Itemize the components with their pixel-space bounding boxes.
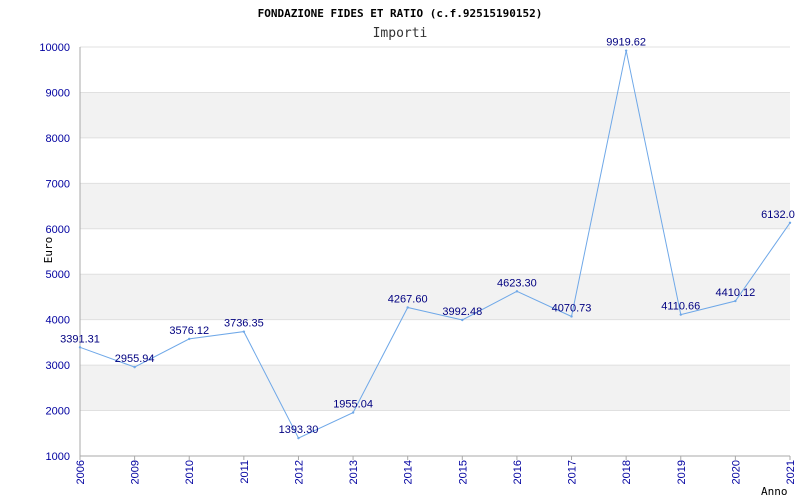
data-point-2011: [242, 330, 246, 333]
x-tick-label-2020: 2020: [730, 460, 742, 484]
data-point-2015: [461, 318, 464, 322]
chart-title: FONDAZIONE FIDES ET RATIO (c.f.925151901…: [258, 7, 543, 20]
data-label-2009: 2955.94: [115, 353, 155, 365]
data-point-2014: [406, 306, 409, 309]
data-point-2010: [188, 337, 191, 341]
data-label-2013: 1955.04: [333, 399, 373, 411]
data-label-2014: 4267.60: [388, 294, 428, 306]
band-6000: [80, 183, 790, 229]
y-tick-label-7000: 7000: [46, 178, 70, 190]
y-axis-label: Euro: [42, 237, 55, 264]
data-point-2016: [515, 290, 519, 293]
data-point-2012: [297, 436, 300, 440]
x-tick-label-2006: 2006: [75, 460, 87, 484]
y-tick-label-2000: 2000: [46, 406, 70, 418]
y-tick-label-8000: 8000: [46, 133, 70, 145]
data-point-2006: [78, 346, 82, 349]
y-tick-label-3000: 3000: [46, 360, 70, 372]
x-tick-label-2010: 2010: [184, 460, 196, 484]
chart-canvas: 3391.31 2955.94 3576.12 3736.35 1393.30 1955.…: [39, 7, 797, 498]
x-tick-label-2009: 2009: [130, 460, 142, 484]
x-tick-label-2019: 2019: [676, 460, 688, 484]
data-point-2020: [734, 299, 737, 303]
y-tick-label-6000: 6000: [46, 224, 70, 236]
x-tick-labels: 2006 2009 2010 2011 2012 2013 2014 2015 2016 2017…: [75, 460, 797, 484]
y-tick-label-1000: 1000: [46, 451, 70, 463]
chart-subtitle: Importi: [373, 26, 428, 41]
x-tick-label-2011: 2011: [239, 460, 251, 484]
line-chart: 3391.31 2955.94 3576.12 3736.35 1393.30 1955.…: [0, 0, 800, 500]
data-label-2016: 4623.30: [497, 277, 537, 289]
band-2000: [80, 365, 790, 411]
data-label-2020: 4410.12: [716, 287, 756, 299]
x-tick-label-2013: 2013: [348, 460, 360, 484]
data-label-2006: 3391.31: [60, 333, 100, 345]
data-label-2015: 3992.48: [442, 306, 482, 318]
data-label-2010: 3576.12: [169, 325, 209, 337]
data-label-2018: 9919.62: [606, 37, 646, 49]
x-tick-label-2012: 2012: [293, 460, 305, 484]
y-tick-label-4000: 4000: [46, 315, 70, 327]
x-axis-label: Anno: [761, 485, 788, 498]
data-label-2011: 3736.35: [224, 318, 264, 330]
x-tick-label-2015: 2015: [457, 460, 469, 484]
data-point-2009: [133, 365, 136, 369]
x-tick-label-2014: 2014: [403, 460, 415, 484]
data-point-2017: [570, 315, 573, 318]
data-label-2019: 4110.66: [661, 301, 700, 313]
band-4000: [80, 274, 790, 320]
x-tick-label-2018: 2018: [621, 460, 633, 484]
data-point-2021: [788, 221, 792, 224]
band-8000: [80, 92, 790, 138]
data-point-2019: [679, 313, 682, 316]
data-point-2018: [624, 49, 628, 52]
y-tick-label-9000: 9000: [46, 87, 70, 99]
data-point-2013: [351, 411, 355, 414]
background-bands: [80, 92, 790, 411]
x-tick-label-2017: 2017: [567, 460, 579, 484]
x-tick-label-2016: 2016: [512, 460, 524, 484]
data-label-2017: 4070.73: [552, 302, 592, 314]
y-tick-label-5000: 5000: [46, 269, 70, 281]
x-tick-label-2021: 2021: [785, 460, 797, 484]
y-tick-label-10000: 10000: [39, 42, 70, 54]
data-label-2012: 1393.30: [279, 424, 319, 436]
data-label-2021: 6132.0: [761, 209, 795, 221]
